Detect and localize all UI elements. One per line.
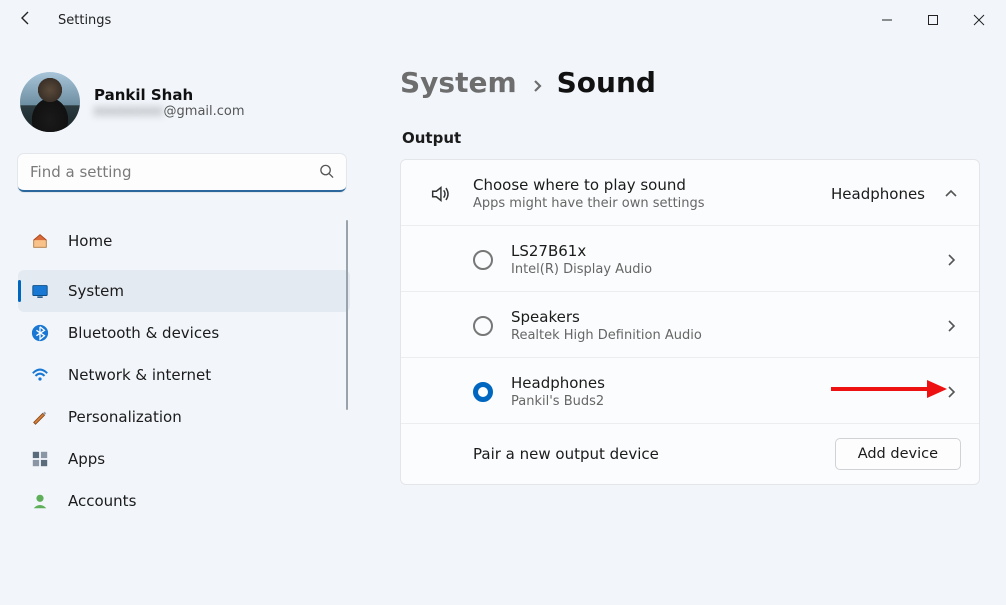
account-block[interactable]: Pankil Shah xxxxxxxx@gmail.com	[20, 72, 346, 132]
pair-device-row: Pair a new output device Add device	[401, 423, 979, 484]
sidebar-item-system[interactable]: System	[18, 270, 350, 312]
breadcrumb-parent[interactable]: System	[400, 66, 517, 99]
window-controls	[864, 4, 1002, 36]
sidebar-item-label: Accounts	[68, 492, 136, 510]
title-bar: Settings	[0, 0, 1006, 40]
apps-icon	[30, 449, 50, 469]
sidebar-item-label: Home	[68, 232, 112, 250]
output-card: Choose where to play sound Apps might ha…	[400, 159, 980, 485]
chevron-up-icon[interactable]	[941, 184, 961, 204]
output-header-row[interactable]: Choose where to play sound Apps might ha…	[401, 160, 979, 225]
main-pane: System Sound Output Choose where to play…	[360, 40, 1006, 605]
radio-unselected[interactable]	[473, 250, 493, 270]
account-name: Pankil Shah	[94, 86, 245, 104]
breadcrumb: System Sound	[400, 66, 980, 99]
accounts-icon	[30, 491, 50, 511]
nav-list: Home System Bluetooth & devices Network	[18, 220, 346, 522]
account-email: xxxxxxxx@gmail.com	[94, 104, 245, 119]
nav-scrollbar[interactable]	[346, 220, 348, 410]
search-icon	[319, 164, 334, 183]
system-icon	[30, 281, 50, 301]
sidebar-item-home[interactable]: Home	[18, 220, 350, 262]
sidebar-item-label: Apps	[68, 450, 105, 468]
avatar	[20, 72, 80, 132]
chevron-right-icon	[531, 66, 543, 99]
sidebar-item-accounts[interactable]: Accounts	[18, 480, 350, 522]
window-title: Settings	[58, 13, 111, 28]
device-detail: Pankil's Buds2	[511, 394, 941, 409]
sidebar-item-label: Personalization	[68, 408, 182, 426]
radio-selected[interactable]	[473, 382, 493, 402]
search-input[interactable]	[18, 154, 346, 192]
wifi-icon	[30, 365, 50, 385]
minimize-button[interactable]	[864, 4, 910, 36]
chevron-right-icon[interactable]	[941, 316, 961, 336]
speaker-icon	[423, 183, 457, 205]
home-icon	[30, 231, 50, 251]
output-device-row[interactable]: Headphones Pankil's Buds2	[401, 357, 979, 423]
chevron-right-icon[interactable]	[941, 382, 961, 402]
maximize-button[interactable]	[910, 4, 956, 36]
device-detail: Intel(R) Display Audio	[511, 262, 941, 277]
sidebar-item-network[interactable]: Network & internet	[18, 354, 350, 396]
breadcrumb-current: Sound	[557, 66, 656, 99]
radio-unselected[interactable]	[473, 316, 493, 336]
output-header-title: Choose where to play sound	[473, 176, 831, 194]
device-name: Headphones	[511, 374, 941, 392]
sidebar: Pankil Shah xxxxxxxx@gmail.com Home	[0, 40, 360, 605]
output-header-value: Headphones	[831, 185, 925, 203]
output-header-subtitle: Apps might have their own settings	[473, 196, 831, 211]
sidebar-item-bluetooth[interactable]: Bluetooth & devices	[18, 312, 350, 354]
device-detail: Realtek High Definition Audio	[511, 328, 941, 343]
bluetooth-icon	[30, 323, 50, 343]
sidebar-item-label: Bluetooth & devices	[68, 324, 219, 342]
section-title-output: Output	[402, 129, 980, 147]
pair-device-label: Pair a new output device	[473, 445, 659, 463]
add-device-button[interactable]: Add device	[835, 438, 961, 470]
device-name: Speakers	[511, 308, 941, 326]
sidebar-item-apps[interactable]: Apps	[18, 438, 350, 480]
output-device-row[interactable]: Speakers Realtek High Definition Audio	[401, 291, 979, 357]
personalization-icon	[30, 407, 50, 427]
output-device-row[interactable]: LS27B61x Intel(R) Display Audio	[401, 225, 979, 291]
sidebar-item-personalization[interactable]: Personalization	[18, 396, 350, 438]
close-button[interactable]	[956, 4, 1002, 36]
device-name: LS27B61x	[511, 242, 941, 260]
sidebar-item-label: Network & internet	[68, 366, 211, 384]
chevron-right-icon[interactable]	[941, 250, 961, 270]
back-button[interactable]	[18, 10, 34, 30]
search-wrapper	[18, 154, 346, 192]
sidebar-item-label: System	[68, 282, 124, 300]
